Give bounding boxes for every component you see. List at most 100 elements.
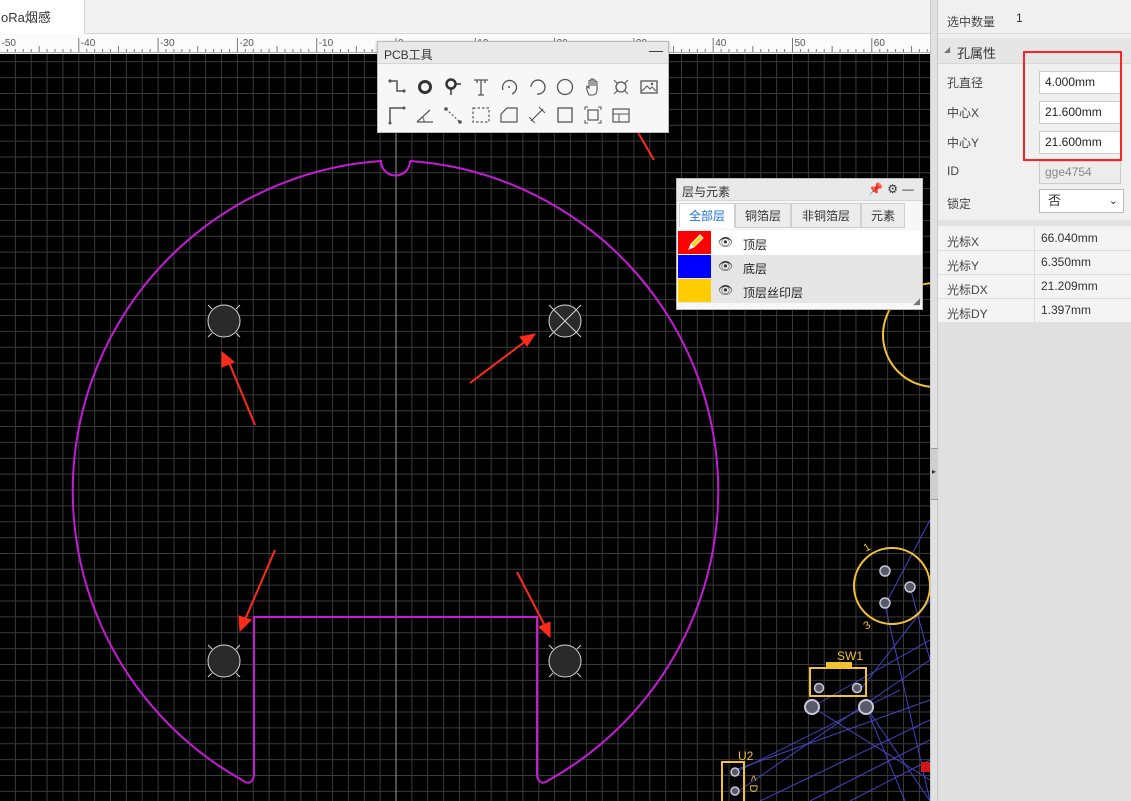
cursor-dx-value: 21.209mm bbox=[1034, 275, 1131, 298]
pcb-canvas[interactable]: 1 3 SW1 U2 < D bbox=[0, 54, 930, 801]
lock-select-value: 否 bbox=[1048, 193, 1062, 208]
document-tab-bar: oRa烟感 bbox=[0, 0, 930, 34]
selected-count-label: 选中数量 bbox=[947, 15, 996, 29]
selected-count-value: 1 bbox=[1016, 11, 1023, 25]
u2-side-label: < D bbox=[747, 775, 759, 792]
pcb-drawing[interactable]: 1 3 SW1 U2 < D bbox=[0, 54, 930, 801]
cursor-y-row: 光标Y 6.350mm bbox=[938, 251, 1131, 275]
tab-elements[interactable]: 元素 bbox=[861, 203, 905, 228]
ruler-tick-label: 50 bbox=[795, 38, 807, 49]
annotation-highlight-box bbox=[1023, 51, 1122, 161]
layer-color-swatch[interactable] bbox=[678, 231, 711, 254]
tab-copper-layers[interactable]: 铜箔层 bbox=[735, 203, 791, 228]
image-icon[interactable] bbox=[638, 76, 660, 98]
gear-icon[interactable]: ⚙ bbox=[887, 182, 902, 196]
pad-icon[interactable] bbox=[414, 76, 436, 98]
layers-panel: 层与元素 📌⚙— 全部层 铜箔层 非铜箔层 元素 👁 顶层 👁 底层 👁 顶层丝… bbox=[676, 178, 923, 310]
table-icon[interactable] bbox=[610, 104, 632, 126]
layer-row-top[interactable]: 👁 顶层 bbox=[678, 231, 922, 255]
pcb-editor-window: oRa烟感 -50-40-30-20-100102030405060 bbox=[0, 0, 1131, 801]
pcb-tools-panel: PCB工具 — bbox=[377, 41, 669, 133]
pcb-tools-header[interactable]: PCB工具 — bbox=[378, 42, 668, 64]
layer-name: 顶层 bbox=[743, 238, 768, 252]
text-icon[interactable] bbox=[470, 76, 492, 98]
panel-controls: 📌⚙— bbox=[868, 182, 918, 196]
solid-region-icon[interactable] bbox=[498, 104, 520, 126]
chevron-down-icon: ⌄ bbox=[1108, 195, 1118, 207]
layer-name: 底层 bbox=[743, 262, 768, 276]
document-tab[interactable]: oRa烟感 bbox=[0, 0, 85, 34]
board-outline-icon[interactable] bbox=[386, 104, 408, 126]
minimize-icon[interactable]: — bbox=[902, 182, 918, 196]
cursor-y-label: 光标Y bbox=[947, 259, 980, 273]
chevron-right-icon: ▸ bbox=[932, 467, 937, 476]
cursor-dy-value: 1.397mm bbox=[1034, 299, 1131, 322]
annotation-arrows bbox=[221, 92, 655, 639]
layers-panel-header[interactable]: 层与元素 📌⚙— bbox=[677, 179, 922, 201]
board-outline-arc[interactable] bbox=[71, 159, 720, 784]
track-icon[interactable] bbox=[386, 76, 408, 98]
layer-color-swatch[interactable] bbox=[678, 255, 711, 278]
angle-dimension-icon[interactable] bbox=[414, 104, 436, 126]
copper-area-icon[interactable] bbox=[470, 104, 492, 126]
mounting-hole-bottom-right[interactable] bbox=[548, 644, 582, 678]
lock-label: 锁定 bbox=[947, 197, 972, 211]
ratsnest-lines bbox=[734, 519, 930, 801]
eye-icon[interactable]: 👁 bbox=[718, 235, 733, 249]
cursor-y-value: 6.350mm bbox=[1034, 251, 1131, 274]
circle-icon[interactable] bbox=[554, 76, 576, 98]
ruler-tick-label: -50 bbox=[2, 38, 17, 49]
layer-row-top-silkscreen[interactable]: 👁 顶层丝印层 bbox=[678, 279, 922, 303]
cursor-dy-row: 光标DY 1.397mm bbox=[938, 299, 1131, 323]
ruler-tick-label: -40 bbox=[81, 38, 96, 49]
cursor-dx-row: 光标DX 21.209mm bbox=[938, 275, 1131, 299]
center-x-label: 中心X bbox=[947, 106, 980, 120]
layers-panel-title: 层与元素 bbox=[682, 185, 731, 199]
layer-row-bottom[interactable]: 👁 底层 bbox=[678, 255, 922, 279]
cursor-x-value: 66.040mm bbox=[1034, 227, 1131, 250]
mounting-hole-top-left[interactable] bbox=[207, 304, 241, 338]
cursor-dx-label: 光标DX bbox=[947, 283, 988, 297]
properties-empty-area bbox=[938, 322, 1131, 801]
eye-icon[interactable]: 👁 bbox=[718, 283, 733, 297]
center-arc-icon[interactable] bbox=[526, 76, 548, 98]
pin-icon[interactable]: 📌 bbox=[868, 182, 887, 196]
tab-all-layers[interactable]: 全部层 bbox=[679, 203, 735, 228]
panel-splitter[interactable]: ▸ bbox=[930, 0, 938, 801]
group-icon[interactable] bbox=[582, 104, 604, 126]
collapse-handle[interactable]: ▸ bbox=[931, 448, 938, 500]
cursor-x-label: 光标X bbox=[947, 235, 980, 249]
u2-label: U2 bbox=[738, 749, 754, 763]
sw1-label: SW1 bbox=[837, 649, 863, 663]
connect-icon[interactable] bbox=[442, 104, 464, 126]
eye-icon[interactable]: 👁 bbox=[718, 259, 733, 273]
rectangle-icon[interactable] bbox=[554, 104, 576, 126]
lock-select[interactable]: 否 ⌄ bbox=[1039, 189, 1124, 213]
ruler-tick-label: 60 bbox=[874, 38, 886, 49]
dimension-icon[interactable] bbox=[526, 104, 548, 126]
pin3-label: 3 bbox=[862, 619, 873, 632]
minimize-icon[interactable]: — bbox=[649, 42, 663, 58]
pan-hand-icon[interactable] bbox=[582, 76, 604, 98]
resize-grip-icon[interactable]: ◢ bbox=[913, 296, 920, 307]
cursor-dy-label: 光标DY bbox=[947, 307, 988, 321]
id-label: ID bbox=[947, 164, 959, 178]
pin1-label: 1 bbox=[862, 541, 873, 554]
id-value: gge4754 bbox=[1039, 161, 1121, 184]
hole-properties-title: 孔属性 bbox=[957, 46, 997, 61]
hole-icon[interactable] bbox=[610, 76, 632, 98]
layer-color-swatch[interactable] bbox=[678, 279, 711, 302]
ruler-tick-label: -30 bbox=[160, 38, 175, 49]
via-icon[interactable] bbox=[442, 76, 464, 98]
arc-icon[interactable] bbox=[498, 76, 520, 98]
tab-non-copper-layers[interactable]: 非铜箔层 bbox=[791, 203, 861, 228]
ruler-tick-label: 40 bbox=[715, 38, 727, 49]
layer-name: 顶层丝印层 bbox=[743, 286, 804, 300]
mounting-hole-bottom-left[interactable] bbox=[207, 644, 241, 678]
selected-count-row: 选中数量 1 bbox=[938, 0, 1131, 34]
collapse-triangle-icon: ◢ bbox=[944, 45, 951, 54]
ruler-tick-label: -20 bbox=[239, 38, 254, 49]
mounting-hole-top-right-selected[interactable] bbox=[548, 304, 582, 338]
component-sw1[interactable]: SW1 bbox=[804, 649, 874, 715]
ruler-tick-label: -10 bbox=[319, 38, 334, 49]
